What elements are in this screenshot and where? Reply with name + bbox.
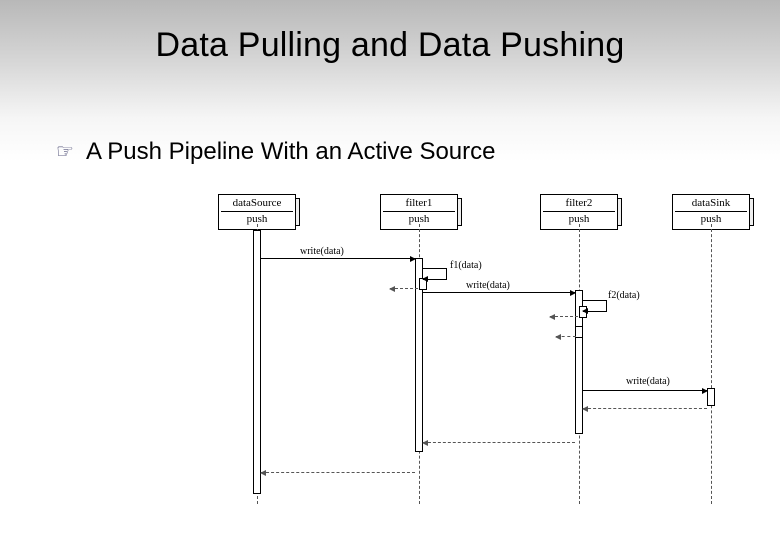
msg-label-f1: f1(data) <box>450 260 482 271</box>
activation-datasink <box>707 388 715 406</box>
sequence-diagram: dataSource push filter1 push filter2 pus… <box>170 194 730 514</box>
arrow-m3 <box>583 390 707 391</box>
msg-label-m1: write(data) <box>300 246 344 257</box>
activation-filter2-c <box>575 326 583 338</box>
page-title: Data Pulling and Data Pushing <box>0 0 780 65</box>
self-call-f1 <box>423 268 447 280</box>
lifeline-datasink <box>711 224 712 504</box>
msg-label-f2: f2(data) <box>608 290 640 301</box>
return-r1 <box>261 472 415 473</box>
return-r3 <box>583 408 707 409</box>
msg-label-m2: write(data) <box>466 280 510 291</box>
self-call-f2 <box>583 300 607 312</box>
return-f2b <box>556 336 576 337</box>
pointing-hand-icon: ☞ <box>56 142 74 162</box>
return-f2a <box>550 316 578 317</box>
msg-label-m3: write(data) <box>626 376 670 387</box>
arrow-m2 <box>423 292 575 293</box>
return-f1 <box>390 288 418 289</box>
activation-datasource <box>253 230 261 494</box>
arrow-m1 <box>261 258 415 259</box>
bullet-row: ☞ A Push Pipeline With an Active Source <box>56 138 496 166</box>
return-r2 <box>423 442 575 443</box>
bullet-text: A Push Pipeline With an Active Source <box>86 138 496 166</box>
